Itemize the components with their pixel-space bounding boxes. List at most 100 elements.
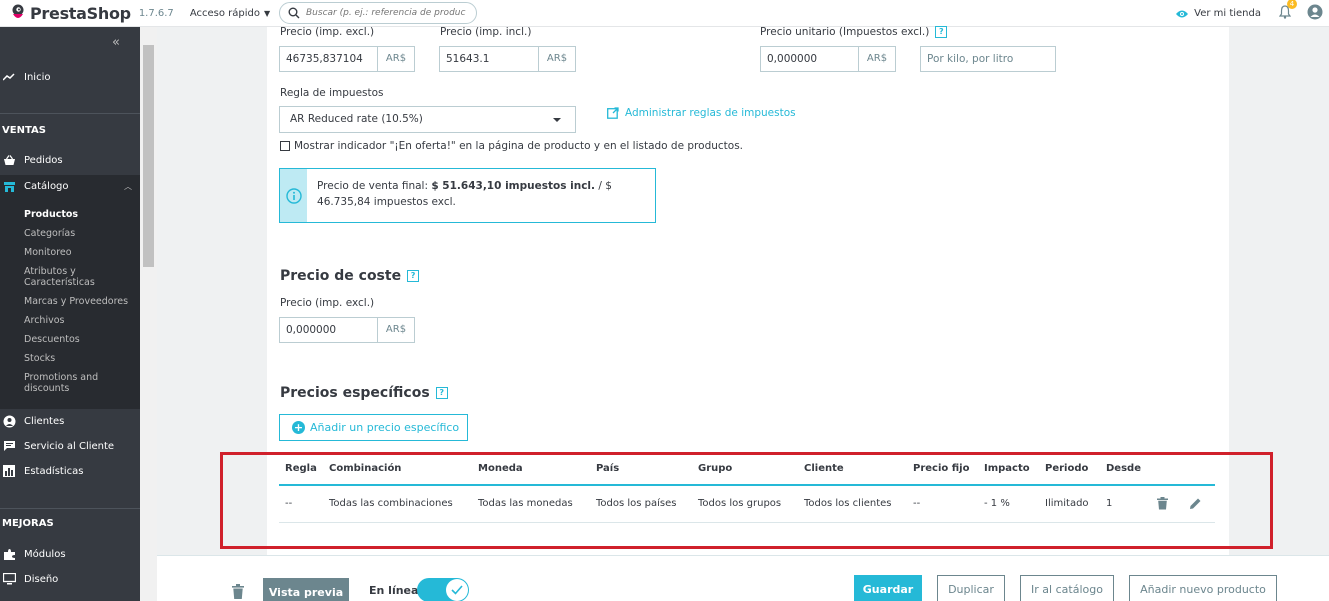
store-icon [2,180,16,194]
manage-tax-rules-link[interactable]: Administrar reglas de impuestos [607,107,796,119]
search-input[interactable] [306,8,466,18]
trash-icon[interactable] [1157,497,1168,513]
submenu-productos[interactable]: Productos [24,209,78,220]
view-store-link[interactable]: Ver mi tienda [1175,8,1261,19]
section-ventas: VENTAS [2,125,46,136]
delete-product-trash-icon[interactable] [232,584,244,601]
sidebar-item-catalogo[interactable]: Catálogo ︿ [0,175,140,198]
brand-logo[interactable]: PrestaShop [10,4,131,23]
submenu-categorias[interactable]: Categorías [24,228,75,239]
submenu-atributos[interactable]: Atributos y Características [24,266,120,288]
sidebar-item-label: Clientes [24,415,65,427]
employee-avatar[interactable] [1307,4,1323,23]
help-icon[interactable]: ? [407,270,420,282]
tax-rule-label: Regla de impuestos [280,87,384,99]
sidebar-item-pedidos[interactable]: Pedidos [0,152,140,168]
final-price-prefix: Precio de venta final: [317,180,432,192]
cost-price-value[interactable]: 0,000000 [280,318,377,342]
caret-down-icon: ▼ [263,8,271,18]
cell-moneda: Todas las monedas [478,498,573,509]
sidebar-item-diseno[interactable]: Diseño [0,571,140,587]
duplicate-button[interactable]: Duplicar [937,575,1005,601]
submenu-archivos[interactable]: Archivos [24,315,64,326]
edit-pencil-icon[interactable] [1189,497,1202,513]
online-label: En línea [369,584,419,597]
price-incl-label: Precio (imp. incl.) [440,26,532,38]
sidebar-nav: « Inicio VENTAS Pedidos Catálogo ︿ Produ… [0,27,140,601]
sidebar-item-label: Catálogo [24,181,69,192]
submenu-monitoreo[interactable]: Monitoreo [24,247,72,258]
submenu-promotions[interactable]: Promotions and discounts [24,372,114,394]
column-header-regla: Regla [285,463,317,474]
scrollbar-thumb[interactable] [143,45,154,267]
section-mejoras: MEJORAS [2,518,54,529]
cell-regla: -- [285,498,293,509]
bar-chart-icon [2,464,16,478]
info-icon [285,187,302,204]
go-to-catalog-button[interactable]: Ir al catálogo [1020,575,1114,601]
puffin-logo-icon [10,4,26,22]
cost-price-title-text: Precio de coste [280,268,402,284]
header-actions: Ver mi tienda 4 [1175,0,1329,27]
table-header-divider [279,484,1215,486]
add-new-product-button[interactable]: Añadir nuevo producto [1129,575,1277,601]
manage-tax-rules-label: Administrar reglas de impuestos [625,107,796,119]
table-row-divider [279,522,1215,523]
submenu-stocks[interactable]: Stocks [24,353,55,364]
cell-periodo: Ilimitado [1045,498,1089,509]
sidebar-item-estadisticas[interactable]: Estadísticas [0,463,140,479]
quick-access-menu[interactable]: Acceso rápido ▼ [190,8,270,19]
unit-price-field[interactable]: 0,000000 AR$ [760,46,896,72]
specific-prices-title: Precios específicos? [280,385,448,401]
column-header-periodo: Periodo [1045,463,1089,474]
user-circle-icon [2,414,16,428]
collapse-sidebar-icon[interactable]: « [112,35,120,50]
tax-rule-select[interactable]: AR Reduced rate (10.5%) [279,106,576,133]
price-excl-field[interactable]: 46735,837104 AR$ [279,46,415,72]
save-button[interactable]: Guardar [854,575,922,601]
sidebar-item-inicio[interactable]: Inicio [0,69,140,85]
view-store-label: Ver mi tienda [1194,8,1261,19]
chevron-up-icon: ︿ [124,182,132,191]
price-excl-value[interactable]: 46735,837104 [280,47,377,71]
price-incl-field[interactable]: 51643.1 AR$ [439,46,576,72]
trending-up-icon [2,70,16,84]
unit-price-value[interactable]: 0,000000 [761,47,858,71]
unit-price-label: Precio unitario (Impuestos excl.)? [760,26,948,38]
on-sale-label: Mostrar indicador "¡En oferta!" en la pá… [294,140,744,152]
sidebar-item-clientes[interactable]: Clientes [0,413,140,429]
sidebar-item-modulos[interactable]: Módulos [0,546,140,562]
price-excl-label: Precio (imp. excl.) [280,26,375,38]
add-specific-price-button[interactable]: + Añadir un precio específico [279,414,468,441]
sidebar-item-label: Servicio al Cliente [24,440,115,452]
help-icon[interactable]: ? [435,387,448,399]
cost-price-field[interactable]: 0,000000 AR$ [279,317,415,343]
submenu-descuentos[interactable]: Descuentos [24,334,80,345]
unity-input[interactable]: Por kilo, por litro [920,46,1056,72]
chat-icon [2,439,16,453]
price-incl-value[interactable]: 51643.1 [440,47,538,71]
online-toggle[interactable] [417,578,469,601]
search-icon [288,7,300,19]
sidebar-scrollbar[interactable] [140,27,157,601]
search-box[interactable] [279,2,477,24]
submenu-marcas[interactable]: Marcas y Proveedores [24,296,128,307]
add-specific-price-label: Añadir un precio específico [310,421,460,434]
help-icon[interactable]: ? [935,26,948,38]
currency-addon: AR$ [538,47,575,71]
on-sale-checkbox[interactable] [280,141,290,151]
on-sale-checkbox-row[interactable]: Mostrar indicador "¡En oferta!" en la pá… [280,140,743,152]
cost-price-title: Precio de coste? [280,268,420,284]
preview-button[interactable]: Vista previa [263,578,349,601]
notifications-button[interactable]: 4 [1278,0,1297,22]
column-header-grupo: Grupo [698,463,733,474]
cell-impacto: - 1 % [984,498,1010,509]
column-header-moneda: Moneda [478,463,523,474]
user-circle-icon [1307,4,1323,20]
quick-access-label: Acceso rápido [189,7,260,19]
column-header-precio-fijo: Precio fijo [913,463,970,474]
info-bar [280,169,308,222]
sidebar-item-servicio[interactable]: Servicio al Cliente [0,438,140,454]
tax-rule-selected: AR Reduced rate (10.5%) [290,113,423,125]
cell-desde: 1 [1106,498,1113,509]
